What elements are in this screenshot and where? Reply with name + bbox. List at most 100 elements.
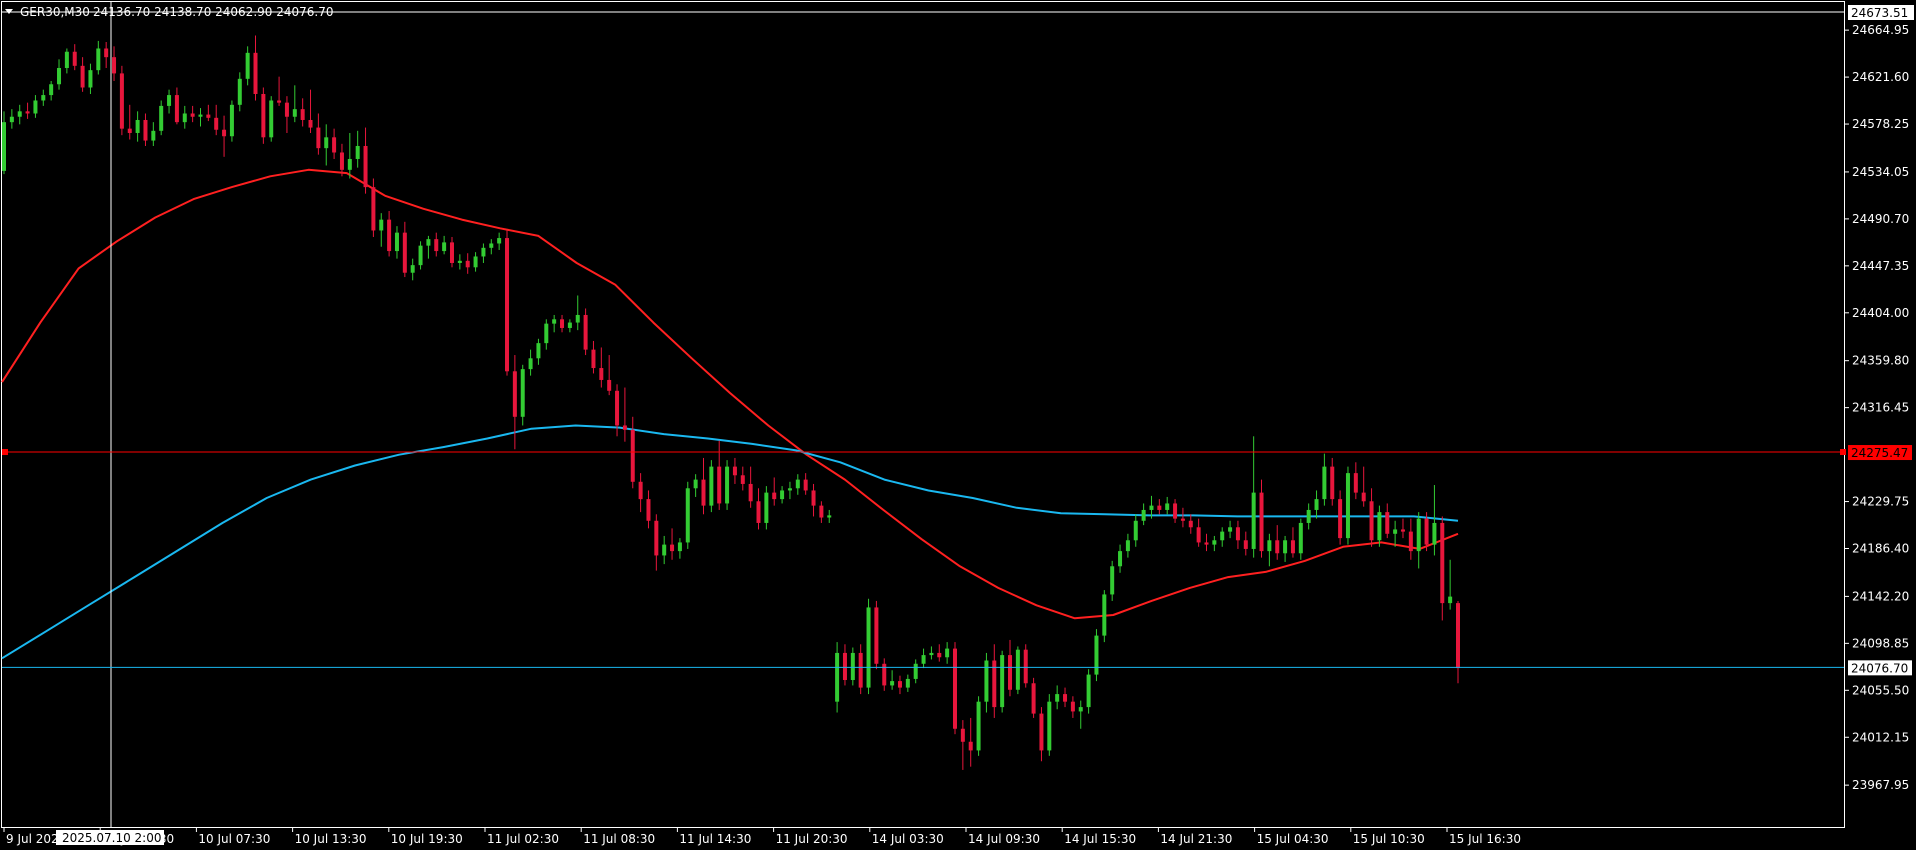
time-tick-label: 15 Jul 16:30 <box>1449 832 1521 846</box>
crosshair-time-label: 2025.07.10 2:00 <box>62 831 161 845</box>
candle-body <box>528 358 533 370</box>
price-tick-label: 24534.05 <box>1852 165 1909 179</box>
candle-body <box>583 314 588 350</box>
candle-body <box>1243 540 1248 549</box>
candle-body <box>615 390 620 426</box>
top-price-label: 24673.51 <box>1851 6 1908 20</box>
candle-body <box>2 122 6 171</box>
candle-body <box>214 117 219 130</box>
candle-body <box>890 681 895 686</box>
candle-body <box>190 113 195 117</box>
candle <box>261 87 266 144</box>
time-tick-label: 15 Jul 04:30 <box>1257 832 1329 846</box>
price-tick-label: 24229.75 <box>1852 495 1909 509</box>
candle-body <box>1008 655 1013 690</box>
candle-body <box>1448 596 1453 604</box>
time-tick-label: 15 Jul 10:30 <box>1353 832 1425 846</box>
candle-body <box>764 492 769 523</box>
candle-body <box>968 741 973 751</box>
current-price-badge: 24076.70 <box>1848 660 1912 676</box>
candle-body <box>339 152 344 170</box>
price-tick-label: 24055.50 <box>1852 683 1909 697</box>
candle <box>583 308 588 356</box>
candle-body <box>827 515 832 518</box>
red-line-right-handle[interactable] <box>1840 449 1846 456</box>
candle-body <box>1330 466 1335 500</box>
candle-body <box>449 242 454 263</box>
candle-body <box>787 488 792 491</box>
top-price-badge: 24673.51 <box>1848 5 1914 20</box>
red-line-left-handle[interactable] <box>2 449 8 456</box>
candle-body <box>505 238 510 372</box>
candle-body <box>780 490 785 500</box>
candle-body <box>434 239 439 252</box>
candle-body <box>646 499 651 521</box>
candle-body <box>921 655 926 664</box>
ohlc-values: 24136.70 24138.70 24062.90 24076.70 <box>93 5 333 19</box>
candle-body <box>1125 540 1130 552</box>
candle-body <box>1400 529 1405 532</box>
candle-body <box>57 67 62 85</box>
candle-body <box>371 187 376 231</box>
candle-body <box>17 111 22 117</box>
symbol-label: GER30,M30 <box>20 5 90 19</box>
candle <box>866 598 871 695</box>
candle-body <box>952 648 957 729</box>
candle-body <box>497 238 502 244</box>
candle-body <box>1070 701 1075 712</box>
time-tick-label: 11 Jul 20:30 <box>776 832 848 846</box>
candle-body <box>811 490 816 506</box>
candle-body <box>630 429 635 482</box>
candle-body <box>1015 649 1020 690</box>
price-tick-label: 23967.95 <box>1852 778 1909 792</box>
candle-body <box>88 70 93 88</box>
price-tick-label: 24142.20 <box>1852 589 1909 603</box>
candle-body <box>119 73 124 129</box>
candle-body <box>1314 499 1319 510</box>
candle <box>1000 650 1005 713</box>
candle <box>229 100 234 142</box>
candle-body <box>591 349 596 369</box>
red-line-price-label: 24275.47 <box>1851 446 1908 460</box>
time-tick-label: 14 Jul 15:30 <box>1064 832 1136 846</box>
candle-body <box>1393 529 1398 534</box>
candle-body <box>544 323 549 344</box>
candle-body <box>599 368 604 380</box>
candle-body <box>1298 522 1303 554</box>
candle-body <box>929 652 934 656</box>
candle <box>1345 466 1350 545</box>
candle-body <box>976 701 981 751</box>
candle-body <box>536 343 541 359</box>
candle-body <box>638 481 643 500</box>
candle-body <box>662 544 667 556</box>
candle-body <box>1141 509 1146 521</box>
price-tick-label: 24621.60 <box>1852 70 1909 84</box>
candle-body <box>418 245 423 266</box>
candle-body <box>300 109 305 120</box>
candle-body <box>842 652 847 681</box>
candle-body <box>1212 540 1217 545</box>
candle-body <box>387 219 392 252</box>
candle-body <box>677 542 682 552</box>
candle-body <box>151 130 156 141</box>
candle-body <box>410 265 415 273</box>
candle-body <box>1149 505 1154 510</box>
candle <box>976 696 981 756</box>
candle-body <box>25 111 30 114</box>
candle-body <box>670 544 675 552</box>
price-tick-label: 24316.45 <box>1852 401 1909 415</box>
candle <box>1023 644 1028 688</box>
candle-body <box>174 95 179 123</box>
time-tick-label: 10 Jul 13:30 <box>295 832 367 846</box>
candle-body <box>1118 551 1123 567</box>
candle <box>850 647 855 686</box>
candle-body <box>1275 540 1280 554</box>
candle-body <box>552 319 557 324</box>
candle-body <box>607 379 612 391</box>
candle-body <box>1267 540 1272 552</box>
candle-body <box>512 371 517 417</box>
price-chart[interactable]: 24664.95 24621.60 24578.25 24534.05 24490.70… <box>0 0 1916 850</box>
price-tick-label: 24664.95 <box>1852 23 1909 37</box>
candle-body <box>9 116 14 123</box>
candle-body <box>112 57 117 74</box>
